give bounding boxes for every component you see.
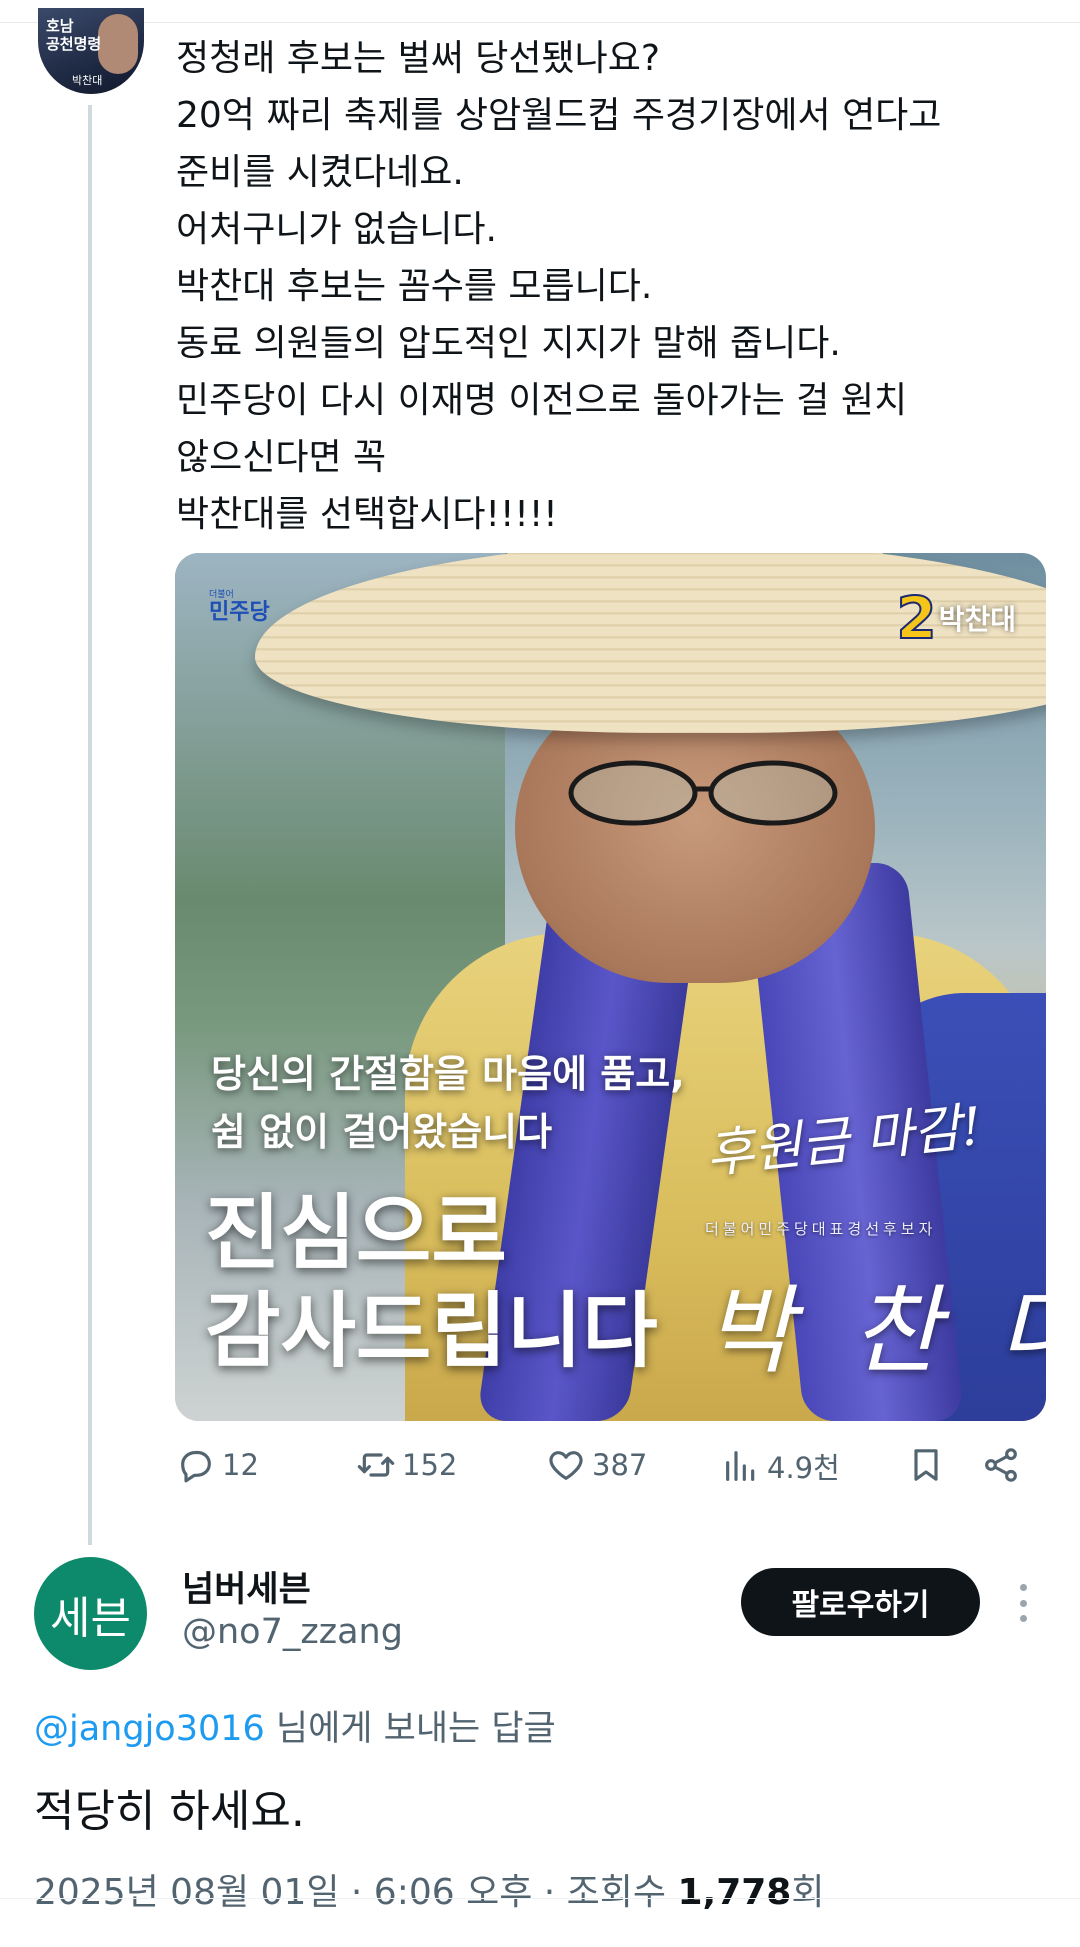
reply-views-count: 1,778 bbox=[677, 1872, 792, 1913]
tweet-line: 않으신다면 꼭 bbox=[176, 437, 387, 478]
reply-meta: 2025년 08월 01일 · 6:06 오후 · 조회수 1,778회 bbox=[34, 1863, 824, 1915]
bottom-divider bbox=[0, 1898, 1080, 1899]
views-count: 4.9천 bbox=[767, 1451, 840, 1485]
heart-icon bbox=[549, 1451, 583, 1480]
follow-button[interactable]: 팔로우하기 bbox=[741, 1568, 980, 1636]
party-logo: 더불어 민주당 bbox=[209, 591, 270, 624]
media-glasses bbox=[568, 760, 838, 826]
avatar-text-2: 공천명령 bbox=[46, 35, 102, 53]
reply-to-suffix: 님에게 보내는 답글 bbox=[264, 1709, 556, 1749]
reply-display-name[interactable]: 넘버세븐 bbox=[182, 1561, 311, 1612]
reply-avatar-text: 세븐 bbox=[50, 1592, 131, 1644]
reply-timestamp[interactable]: 2025년 08월 01일 · 6:06 오후 · 조회수 bbox=[34, 1872, 677, 1913]
more-dot bbox=[1019, 1615, 1027, 1622]
avatar-text-1: 호남 bbox=[46, 17, 74, 35]
share-action[interactable] bbox=[981, 1445, 1021, 1485]
tweet-line: 준비를 시켰다네요. bbox=[176, 152, 464, 193]
views-action[interactable]: 4.9천 bbox=[721, 1445, 840, 1487]
reply-to-mention-link[interactable]: @jangjo3016 bbox=[34, 1709, 265, 1749]
candidate-number: 2 bbox=[895, 584, 937, 652]
party-logo-small: 더불어 bbox=[209, 590, 234, 600]
media-signature-caption: 더불어민주당대표경선후보자 bbox=[705, 1220, 937, 1238]
media-main-line-2: 감사드립니다 bbox=[205, 1284, 658, 1379]
reply-action[interactable]: 12 bbox=[176, 1445, 259, 1485]
more-dot bbox=[1019, 1599, 1027, 1607]
tweet-line: 어처구니가 없습니다. bbox=[176, 209, 497, 250]
like-count: 387 bbox=[592, 1448, 648, 1482]
party-logo-text: 민주당 bbox=[209, 600, 270, 625]
retweet-count: 152 bbox=[402, 1448, 458, 1482]
tweet-line: 민주당이 다시 이재명 이전으로 돌아가는 걸 원치 bbox=[176, 380, 908, 421]
share-icon bbox=[985, 1448, 1017, 1482]
candidate-badge: 2 박찬대 bbox=[895, 584, 1016, 652]
parent-tweet-text: 정청래 후보는 벌써 당선됐나요? 20억 짜리 축제를 상암월드컵 주경기장에… bbox=[176, 30, 1046, 543]
replying-to-line: @jangjo3016 님에게 보내는 답글 bbox=[34, 1700, 556, 1751]
candidate-name: 박찬대 bbox=[938, 603, 1016, 636]
like-action[interactable]: 387 bbox=[546, 1445, 647, 1485]
parent-avatar[interactable]: 호남 공천명령 박찬대 bbox=[38, 8, 144, 94]
reply-text: 적당히 하세요. bbox=[34, 1786, 305, 1837]
retweet-icon bbox=[357, 1453, 395, 1477]
thread-connector-line bbox=[88, 105, 92, 1545]
tweet-line: 20억 짜리 축제를 상암월드컵 주경기장에서 연다고 bbox=[176, 95, 942, 136]
media-sub-line-1: 당신의 간절함을 마음에 품고, bbox=[211, 1052, 685, 1096]
tweet-media-image[interactable]: 더불어 민주당 2 박찬대 당신의 간절함을 마음에 품고, 쉼 없이 걸어왔습… bbox=[175, 553, 1046, 1421]
reply-handle[interactable]: @no7_zzang bbox=[182, 1612, 403, 1652]
more-dot bbox=[1019, 1584, 1027, 1591]
retweet-action[interactable]: 152 bbox=[356, 1445, 457, 1485]
analytics-icon bbox=[726, 1451, 755, 1481]
media-signature-name: 박 찬 대 bbox=[705, 1275, 1046, 1387]
tweet-line: 박찬대를 선택합시다!!!!! bbox=[176, 494, 558, 535]
reply-icon bbox=[181, 1450, 211, 1483]
avatar-tag: 박찬대 bbox=[72, 74, 103, 87]
media-main-line-1: 진심으로 bbox=[205, 1186, 507, 1281]
tweet-line: 정청래 후보는 벌써 당선됐나요? bbox=[176, 38, 660, 79]
bookmark-action[interactable] bbox=[906, 1445, 946, 1485]
reply-views-suffix: 회 bbox=[791, 1872, 825, 1913]
tweet-action-bar: 12 152 387 4.9천 bbox=[176, 1445, 1046, 1495]
more-options-icon[interactable] bbox=[1010, 1578, 1036, 1628]
avatar-face bbox=[98, 14, 138, 74]
tweet-line: 동료 의원들의 압도적인 지지가 말해 줍니다. bbox=[176, 323, 841, 364]
reply-avatar[interactable]: 세븐 bbox=[34, 1557, 147, 1670]
top-divider bbox=[0, 22, 1080, 23]
reply-count: 12 bbox=[222, 1448, 259, 1482]
tweet-line: 박찬대 후보는 꼼수를 모릅니다. bbox=[176, 266, 653, 307]
bookmark-icon bbox=[914, 1449, 938, 1481]
media-sub-line-2: 쉼 없이 걸어왔습니다 bbox=[211, 1110, 553, 1154]
